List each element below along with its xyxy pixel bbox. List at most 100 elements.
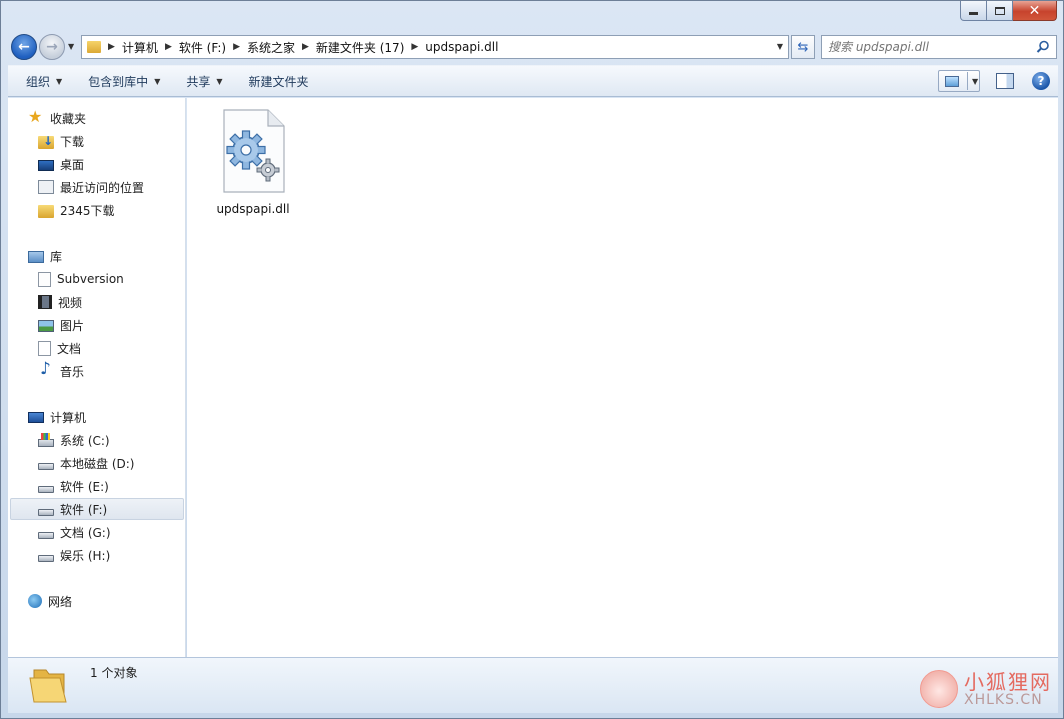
nav-item-music[interactable]: 音乐	[38, 359, 85, 382]
breadcrumb-new-folder-17[interactable]: 新建文件夹 (17)	[316, 39, 404, 56]
video-library-icon	[38, 295, 52, 309]
dropdown-arrow-icon: ▼	[216, 76, 223, 86]
nav-item-label: 图片	[60, 318, 85, 333]
documents-library-icon	[38, 340, 51, 356]
back-arrow-icon: ←	[18, 39, 30, 55]
nav-item-drive-e[interactable]: 软件 (E:)	[38, 475, 109, 497]
nav-libraries-label: 库	[50, 249, 63, 264]
folder-icon	[29, 669, 67, 703]
caption-buttons: ✕	[960, 1, 1057, 21]
breadcrumb-chevron-icon[interactable]: ▶	[233, 42, 240, 52]
watermark-cn: 小狐狸网	[964, 670, 1052, 694]
search-icon[interactable]	[1036, 40, 1050, 54]
nav-item-subversion[interactable]: Subversion	[38, 268, 124, 290]
nav-item-desktop[interactable]: 桌面	[38, 153, 84, 175]
nav-item-label: 下载	[60, 134, 85, 149]
network-globe-icon	[28, 594, 42, 608]
nav-item-drive-g[interactable]: 文档 (G:)	[38, 521, 111, 543]
nav-item-pictures[interactable]: 图片	[38, 314, 84, 336]
item-count: 1 个对象	[90, 666, 138, 680]
watermark-text: 小狐狸网 XHLKS.CN	[964, 671, 1052, 707]
nav-favorites[interactable]: 收藏夹	[28, 107, 86, 129]
minimize-button[interactable]	[960, 1, 987, 21]
hard-drive-icon	[38, 531, 54, 539]
nav-item-label: 软件 (F:)	[60, 502, 108, 517]
view-dropdown-icon[interactable]: ▼	[972, 77, 978, 86]
pictures-library-icon	[38, 320, 54, 332]
breadcrumb-xitongzhijia[interactable]: 系统之家	[247, 39, 295, 56]
include-in-library-menu[interactable]: 包含到库中 ▼	[78, 68, 170, 94]
share-label: 共享	[186, 74, 211, 89]
subversion-library-icon	[38, 271, 51, 287]
hard-drive-icon	[38, 554, 54, 562]
nav-item-label: 视频	[58, 295, 83, 310]
back-button[interactable]: ←	[11, 34, 37, 60]
hard-drive-icon	[38, 462, 54, 470]
breadcrumb-chevron-icon[interactable]: ▶	[302, 42, 309, 52]
breadcrumb-chevron-icon[interactable]: ▶	[165, 42, 172, 52]
close-button[interactable]: ✕	[1013, 1, 1057, 21]
breadcrumb-chevron-icon[interactable]: ▶	[411, 42, 418, 52]
nav-item-recent-places[interactable]: 最近访问的位置	[38, 176, 144, 198]
organize-menu[interactable]: 组织 ▼	[16, 68, 72, 94]
new-folder-button[interactable]: 新建文件夹	[239, 68, 319, 94]
nav-item-label: 最近访问的位置	[60, 180, 145, 195]
nav-item-downloads[interactable]: 下载	[38, 130, 84, 152]
nav-item-label: 本地磁盘 (D:)	[60, 456, 135, 471]
breadcrumb-drive-f[interactable]: 软件 (F:)	[179, 39, 226, 56]
search-input[interactable]	[828, 40, 1033, 54]
view-icon	[945, 75, 959, 87]
nav-item-label: 音乐	[60, 364, 85, 379]
close-icon: ✕	[1028, 2, 1041, 19]
refresh-button[interactable]: ⇆	[791, 35, 815, 59]
forward-arrow-icon: →	[46, 39, 58, 55]
breadcrumb-updspapi[interactable]: updspapi.dll	[425, 40, 498, 54]
refresh-icon: ⇆	[797, 39, 809, 55]
nav-libraries[interactable]: 库	[28, 245, 62, 267]
change-view-button[interactable]: ▼	[938, 70, 980, 92]
new-folder-label: 新建文件夹	[248, 74, 309, 89]
preview-pane-button[interactable]	[996, 73, 1014, 89]
desktop-icon	[38, 159, 54, 171]
nav-network-label: 网络	[48, 594, 73, 609]
toolbar-right: ▼ ?	[938, 70, 1050, 92]
include-library-label: 包含到库中	[88, 74, 149, 89]
address-dropdown-icon[interactable]: ▼	[777, 42, 783, 51]
nav-item-drive-h[interactable]: 娱乐 (H:)	[38, 544, 110, 566]
history-dropdown-icon[interactable]: ▼	[68, 42, 74, 51]
nav-item-drive-f[interactable]: 软件 (F:)	[10, 498, 184, 520]
nav-item-drive-c[interactable]: 系统 (C:)	[38, 429, 110, 451]
recent-places-icon	[38, 180, 54, 194]
forward-button[interactable]: →	[39, 34, 65, 60]
maximize-icon	[994, 6, 1005, 15]
nav-item-label: 文档	[57, 341, 82, 356]
nav-computer[interactable]: 计算机	[28, 406, 86, 428]
nav-network[interactable]: 网络	[28, 590, 72, 612]
share-menu[interactable]: 共享 ▼	[176, 68, 232, 94]
view-separator	[967, 72, 968, 90]
file-list[interactable]: updspapi.dll	[187, 98, 1058, 657]
nav-item-label: 娱乐 (H:)	[60, 548, 111, 563]
address-row: ← → ▼ ▶ 计算机 ▶ 软件 (F:) ▶ 系统之家 ▶ 新建文件夹 (17…	[9, 33, 1057, 61]
nav-item-label: 2345下载	[60, 203, 115, 218]
nav-item-label: 系统 (C:)	[60, 433, 110, 448]
music-note-icon	[38, 359, 54, 379]
star-icon	[28, 107, 44, 126]
dll-gear-icon	[223, 109, 285, 193]
nav-item-drive-d[interactable]: 本地磁盘 (D:)	[38, 452, 134, 474]
file-item[interactable]: updspapi.dll	[213, 108, 293, 220]
nav-item-label: 文档 (G:)	[60, 525, 111, 540]
nav-item-2345-downloads[interactable]: 2345下载	[38, 199, 115, 221]
hard-drive-icon	[38, 508, 54, 516]
search-box[interactable]	[821, 35, 1057, 59]
maximize-button[interactable]	[987, 1, 1013, 21]
breadcrumb-computer[interactable]: 计算机	[122, 39, 158, 56]
nav-item-label: 软件 (E:)	[60, 479, 109, 494]
watermark-logo: 小狐狸网 XHLKS.CN	[920, 670, 1052, 708]
help-button[interactable]: ?	[1032, 72, 1050, 90]
breadcrumb-chevron-icon[interactable]: ▶	[108, 42, 115, 52]
address-bar[interactable]: ▶ 计算机 ▶ 软件 (F:) ▶ 系统之家 ▶ 新建文件夹 (17) ▶ up…	[81, 35, 789, 59]
details-pane: 1 个对象 小狐狸网 XHLKS.CN	[8, 657, 1058, 713]
nav-item-videos[interactable]: 视频	[38, 291, 82, 313]
nav-item-documents[interactable]: 文档	[38, 337, 81, 359]
